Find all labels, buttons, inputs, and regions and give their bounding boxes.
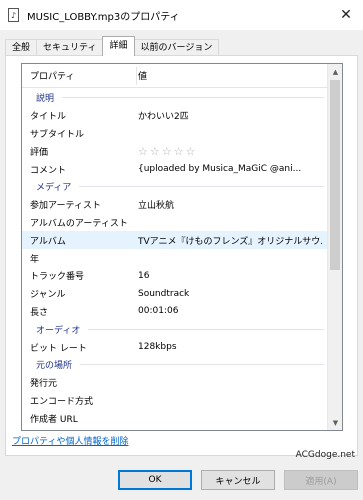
property-name: コメント	[30, 165, 67, 176]
cancel-button[interactable]: キャンセル	[201, 470, 275, 490]
tab-details[interactable]: 詳細	[102, 36, 135, 56]
details-panel: プロパティ 値 説明 タイトル かわいい2匹 サブタイトル 評価 ☆☆☆☆☆ コメン…	[5, 55, 358, 456]
group-divider	[62, 97, 324, 99]
property-name: 年	[30, 254, 40, 265]
property-name: ジャンル	[30, 290, 66, 301]
property-list[interactable]: プロパティ 値 説明 タイトル かわいい2匹 サブタイトル 評価 ☆☆☆☆☆ コメン…	[21, 63, 343, 431]
table-row[interactable]: エンコード方式	[22, 392, 328, 410]
group-label: メディア	[36, 183, 72, 194]
property-name: サブタイトル	[30, 129, 85, 140]
table-row-hover[interactable]: アルバム TVアニメ『けものフレンズ』オリジナルサウ...	[22, 231, 328, 250]
group-divider	[80, 364, 324, 366]
property-value[interactable]: 00:01:06	[138, 306, 322, 316]
table-row[interactable]: 評価 ☆☆☆☆☆	[22, 142, 328, 160]
property-value[interactable]: 立山秋航	[138, 198, 322, 211]
table-row[interactable]: サブタイトル	[22, 125, 328, 143]
property-name: 発行元	[30, 379, 58, 390]
header-separator[interactable]	[136, 67, 137, 85]
vertical-scrollbar[interactable]: ▲ ▼	[327, 64, 342, 430]
table-row[interactable]: アルバムのアーティスト	[22, 214, 328, 232]
property-value[interactable]: {uploaded by Musica_MaGiC @ani...	[138, 164, 322, 174]
group-label: 説明	[36, 94, 55, 105]
scroll-down-icon[interactable]: ▼	[328, 415, 342, 430]
group-media: メディア	[22, 178, 328, 196]
table-row[interactable]: 参加アーティスト 立山秋航	[22, 196, 328, 214]
rating-stars[interactable]: ☆☆☆☆☆	[138, 145, 322, 158]
group-audio: オーディオ	[22, 320, 328, 338]
tab-strip: 全般 セキュリティ 詳細 以前のバージョン	[5, 36, 220, 56]
scrollbar-thumb[interactable]	[330, 80, 340, 270]
property-name: タイトル	[30, 112, 67, 123]
window-title: MUSIC_LOBBY.mp3のプロパティ	[27, 11, 180, 23]
property-name: ビット レート	[30, 343, 87, 354]
table-row[interactable]: 発行元	[22, 374, 328, 392]
watermark: ACGdoge.net	[295, 450, 355, 460]
group-label: オーディオ	[36, 325, 81, 336]
property-name: アルバムのアーティスト	[30, 218, 128, 229]
tab-security[interactable]: セキュリティ	[36, 39, 104, 56]
table-row[interactable]: トラック番号 16	[22, 267, 328, 285]
table-row[interactable]: タイトル かわいい2匹	[22, 107, 328, 125]
remove-properties-link[interactable]: プロパティや個人情報を削除	[12, 434, 128, 447]
table-row[interactable]: ビット レート 128kbps	[22, 338, 328, 356]
table-row[interactable]: 年	[22, 249, 328, 267]
dialog-buttons: OK キャンセル 適用(A)	[0, 470, 363, 490]
tab-general[interactable]: 全般	[5, 39, 38, 56]
property-rows: 説明 タイトル かわいい2匹 サブタイトル 評価 ☆☆☆☆☆ コメント {upload…	[22, 89, 328, 427]
property-name: 作成者 URL	[30, 414, 78, 425]
property-name: アルバム	[30, 236, 66, 247]
close-icon[interactable]: ✕	[329, 0, 363, 30]
group-description: 説明	[22, 89, 328, 107]
table-row[interactable]: 作成者 URL	[22, 409, 328, 427]
scroll-up-icon[interactable]: ▲	[328, 64, 342, 79]
property-value[interactable]: 16	[138, 271, 322, 281]
property-name: 評価	[30, 147, 49, 158]
ok-button[interactable]: OK	[118, 470, 192, 490]
group-divider	[79, 186, 324, 188]
header-property[interactable]: プロパティ	[22, 69, 132, 82]
group-divider	[88, 328, 324, 330]
property-name: 長さ	[30, 307, 49, 318]
table-row[interactable]: コメント {uploaded by Musica_MaGiC @ani...	[22, 160, 328, 178]
apply-button[interactable]: 適用(A)	[284, 470, 358, 490]
property-value[interactable]: TVアニメ『けものフレンズ』オリジナルサウ...	[138, 234, 322, 247]
property-value[interactable]: かわいい2匹	[138, 109, 322, 122]
title-bar: ♪ MUSIC_LOBBY.mp3のプロパティ ✕	[0, 0, 363, 30]
group-label: 元の場所	[36, 361, 73, 372]
table-row[interactable]: 長さ 00:01:06	[22, 303, 328, 321]
header-value[interactable]: 値	[132, 69, 147, 82]
property-name: 参加アーティスト	[30, 201, 101, 212]
property-name: エンコード方式	[30, 396, 94, 407]
table-row[interactable]: ジャンル Soundtrack	[22, 285, 328, 303]
property-value[interactable]: 128kbps	[138, 342, 322, 352]
tab-previous-versions[interactable]: 以前のバージョン	[133, 39, 220, 56]
file-icon: ♪	[8, 8, 20, 22]
list-header: プロパティ 値	[22, 64, 342, 88]
group-origin: 元の場所	[22, 356, 328, 374]
property-name: トラック番号	[30, 272, 85, 283]
property-value[interactable]: Soundtrack	[138, 289, 322, 299]
